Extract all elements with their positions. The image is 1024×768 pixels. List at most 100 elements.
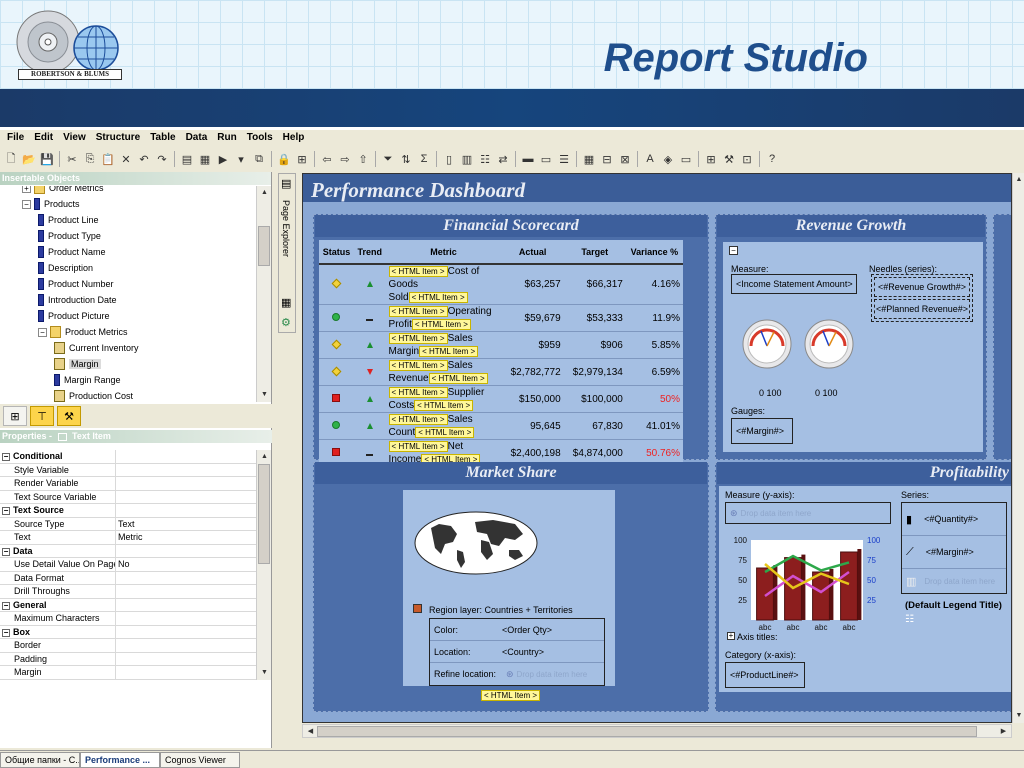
menu-edit[interactable]: Edit [29, 130, 58, 146]
html-item[interactable]: < HTML Item > [411, 319, 471, 330]
filter-icon[interactable]: ⏷ [381, 152, 395, 166]
copy-icon[interactable]: ⎘ [83, 152, 97, 166]
collapse-icon[interactable]: − [2, 453, 10, 461]
needle-1[interactable]: <#Revenue Growth#> [874, 277, 970, 297]
split-icon[interactable]: ⊠ [618, 152, 632, 166]
tree-item[interactable]: Margin Range [54, 372, 121, 388]
scroll-down-icon[interactable]: ▼ [257, 388, 272, 402]
tree-item[interactable]: − Product Metrics [38, 324, 128, 340]
run-dropdown-icon[interactable]: ▾ [234, 152, 248, 166]
profitability-title[interactable]: Profitability [717, 462, 1011, 484]
dashboard-title[interactable]: Performance Dashboard [311, 178, 525, 203]
property-value[interactable]: No [116, 558, 130, 571]
canvas-horizontal-scrollbar[interactable]: ◀ ▶ [302, 724, 1012, 738]
forward-icon[interactable]: ⇨ [338, 152, 352, 166]
metric-cell[interactable]: < HTML Item > Sales Count < HTML Item > [385, 412, 502, 440]
collapse-icon[interactable]: − [2, 601, 10, 610]
expand-icon[interactable]: + [22, 186, 31, 193]
lock-icon[interactable]: 🔒 [277, 152, 291, 166]
needles-drop-zone[interactable]: <#Revenue Growth#> <#Planned Revenue#> [871, 274, 973, 322]
query-explorer-icon[interactable]: ▦ [281, 296, 291, 309]
expand-icon[interactable]: + [727, 632, 735, 640]
canvas-vertical-scrollbar[interactable]: ▲ ▼ [1012, 173, 1024, 723]
property-row[interactable]: Style Variable [0, 463, 256, 477]
property-row[interactable]: Border [0, 639, 256, 653]
metric-cell[interactable]: < HTML Item > Sales Revenue < HTML Item > [385, 358, 502, 386]
menu-run[interactable]: Run [212, 130, 241, 146]
combo-chart-area[interactable]: Measure (y-axis): ⊛ Drop data item here … [719, 486, 1011, 692]
grid-icon[interactable]: ⊡ [740, 152, 754, 166]
menu-table[interactable]: Table [145, 130, 180, 146]
needle-2[interactable]: <#Planned Revenue#> [874, 299, 970, 319]
tree-item[interactable]: Product Number [38, 276, 114, 292]
refine-row[interactable]: Refine location: ⊛ Drop data item here [430, 663, 604, 685]
sort-icon[interactable]: ⇅ [399, 152, 413, 166]
toolbox-tab-icon[interactable]: ⚒ [57, 406, 81, 426]
property-row[interactable]: Padding [0, 652, 256, 666]
redo-icon[interactable]: ↷ [155, 152, 169, 166]
taskbar-item[interactable]: Общие папки - C... [0, 752, 80, 768]
region-layer-icon[interactable] [413, 604, 422, 613]
property-value[interactable] [116, 612, 118, 625]
menu-file[interactable]: File [2, 130, 29, 146]
tree-item[interactable]: Product Name [38, 244, 106, 260]
group-icon[interactable]: ▥ [460, 152, 474, 166]
property-value[interactable] [116, 639, 118, 652]
property-row[interactable]: Use Detail Value On Page No [0, 558, 256, 572]
font-icon[interactable]: A [643, 152, 657, 166]
tools-icon[interactable]: ⚒ [722, 152, 736, 166]
source-tab-icon[interactable]: ⊞ [3, 406, 27, 426]
back-icon[interactable]: ⇦ [320, 152, 334, 166]
property-value[interactable] [116, 585, 118, 598]
html-item[interactable]: < HTML Item > [388, 333, 448, 344]
property-row[interactable]: Source Type Text [0, 517, 256, 531]
scroll-right-icon[interactable]: ▶ [996, 725, 1011, 739]
save-icon[interactable]: 💾 [40, 152, 54, 166]
map-area[interactable]: Region layer: Countries + Territories Co… [403, 490, 615, 686]
html-item[interactable]: < HTML Item > [388, 387, 448, 398]
menu-structure[interactable]: Structure [91, 130, 145, 146]
property-row[interactable]: Data Format [0, 571, 256, 585]
table-row[interactable]: < HTML Item > Sales Count < HTML Item >95,… [319, 412, 683, 440]
property-value[interactable] [116, 477, 118, 490]
scroll-thumb[interactable] [258, 226, 270, 266]
collapse-icon[interactable]: − [2, 547, 10, 556]
table-row[interactable]: < HTML Item > Sales Margin < HTML Item > $9… [319, 331, 683, 359]
view-tabular-icon[interactable]: ▤ [180, 152, 194, 166]
page-explorer-strip[interactable]: ▤ Page Explorer ▦ ⚙ [278, 173, 296, 333]
list-icon[interactable]: ☷ [478, 152, 492, 166]
property-section[interactable]: − General [0, 598, 256, 612]
html-item[interactable]: < HTML Item > [388, 266, 448, 277]
merge-icon[interactable]: ⊟ [600, 152, 614, 166]
menu-help[interactable]: Help [278, 130, 310, 146]
view-output-icon[interactable]: ⧉ [252, 152, 266, 166]
html-item[interactable]: < HTML Item > [414, 400, 474, 411]
property-row[interactable]: Text Source Variable [0, 490, 256, 504]
column-header[interactable]: Actual [501, 240, 564, 265]
region-layer-label[interactable]: Region layer: Countries + Territories [429, 605, 573, 615]
summarize-icon[interactable]: Σ [417, 152, 431, 166]
html-item[interactable]: < HTML Item > [481, 690, 541, 701]
header-icon[interactable]: ▬ [521, 152, 535, 166]
html-item[interactable]: < HTML Item > [419, 346, 479, 357]
property-row[interactable]: Drill Throughs [0, 585, 256, 599]
tree-item[interactable]: Product Type [38, 228, 101, 244]
tree-item[interactable]: Product Line [38, 212, 99, 228]
swap-icon[interactable]: ⇄ [496, 152, 510, 166]
new-icon[interactable]: 🗋 [4, 152, 18, 166]
table-row[interactable]: < HTML Item > Cost of Goods Sold < HTML It… [319, 264, 683, 305]
undo-icon[interactable]: ↶ [137, 152, 151, 166]
revenue-growth-title[interactable]: Revenue Growth [717, 215, 985, 237]
property-value[interactable] [116, 666, 118, 679]
metric-cell[interactable]: < HTML Item > Cost of Goods Sold < HTML It… [385, 264, 502, 305]
tree-item[interactable]: Production Cost [54, 388, 133, 402]
property-value[interactable]: Metric [116, 531, 143, 544]
layout-icon[interactable]: ⊞ [704, 152, 718, 166]
color-row[interactable]: Color: <Order Qty> [430, 619, 604, 641]
table-icon[interactable]: ▦ [582, 152, 596, 166]
column-header[interactable]: Metric [385, 240, 502, 265]
run-icon[interactable]: ▶ [216, 152, 230, 166]
properties-scrollbar[interactable]: ▲ ▼ [256, 450, 271, 680]
property-value[interactable] [116, 464, 118, 477]
property-value[interactable]: Text [116, 518, 135, 531]
